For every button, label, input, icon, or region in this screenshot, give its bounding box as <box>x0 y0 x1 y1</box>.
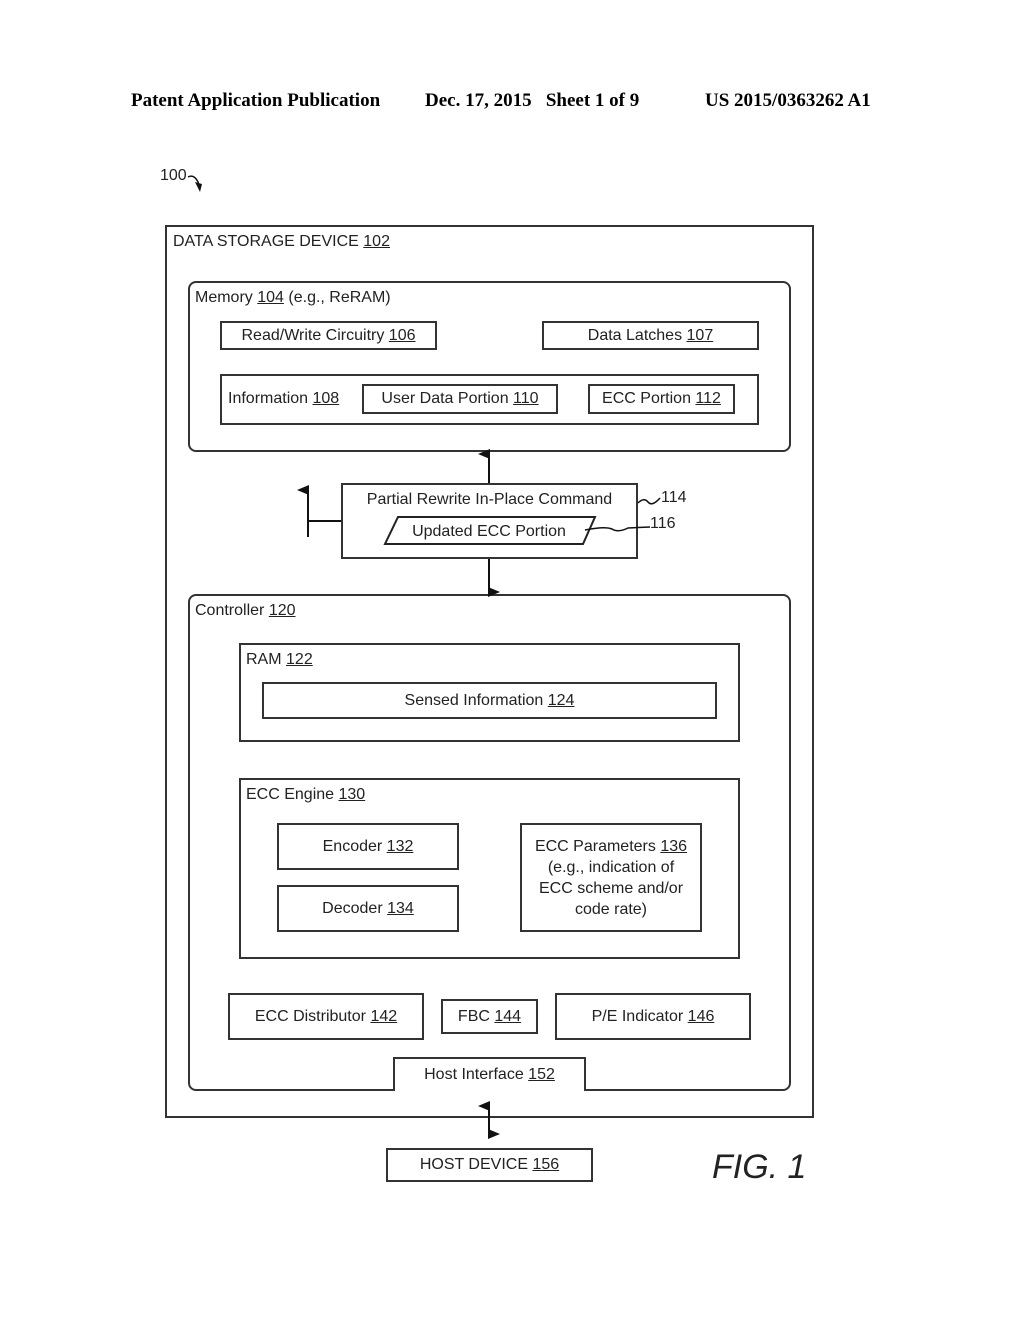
partial-rewrite-command-box: Partial Rewrite In-Place Command <box>341 483 638 559</box>
ecc-parameters-box: ECC Parameters 136 (e.g., indication of … <box>520 823 702 932</box>
publication-number: US 2015/0363262 A1 <box>705 90 871 111</box>
ecc-engine-label: ECC Engine 130 <box>246 786 365 804</box>
memory-label: Memory 104 (e.g., ReRAM) <box>195 289 391 307</box>
block-ref: 152 <box>528 1066 555 1083</box>
data-storage-device-label: DATA STORAGE DEVICE 102 <box>173 233 390 251</box>
block-name: Sensed Information <box>404 691 544 709</box>
information-label: Information 108 <box>228 390 339 408</box>
block-name: ECC Parameters <box>534 837 656 855</box>
ecc-parameters-line: (e.g., indication of <box>547 858 675 876</box>
data-latches-box: Data Latches 107 <box>542 321 759 350</box>
block-ref: 130 <box>338 786 366 803</box>
block-ref: 146 <box>687 1007 715 1025</box>
block-name: Controller <box>195 602 265 619</box>
block-name: ECC Engine <box>246 786 335 803</box>
block-ref: 124 <box>547 691 575 709</box>
block-name: Memory <box>195 289 253 306</box>
block-ref: 144 <box>494 1007 522 1025</box>
block-ref: 110 <box>513 390 539 407</box>
publication-date-sheet: Dec. 17, 2015 Sheet 1 of 9 <box>425 90 640 111</box>
block-name: HOST DEVICE <box>419 1156 528 1173</box>
memory-box: Memory 104 (e.g., ReRAM) <box>188 281 791 452</box>
user-data-portion-box: User Data Portion 110 <box>362 384 558 414</box>
host-device-box: HOST DEVICE 156 <box>386 1148 593 1182</box>
publication-title: Patent Application Publication <box>131 90 381 111</box>
block-name: FBC <box>457 1007 490 1025</box>
rw-circuitry-box: Read/Write Circuitry 106 <box>220 321 437 350</box>
block-suffix: (e.g., ReRAM) <box>288 289 391 306</box>
ecc-parameters-line: code rate) <box>574 900 648 918</box>
system-ref-arrow <box>187 175 201 189</box>
ecc-portion-box: ECC Portion 112 <box>588 384 735 414</box>
block-name: Decoder <box>322 899 383 917</box>
block-name: ECC Distributor <box>254 1007 366 1025</box>
block-name: Information <box>228 390 309 407</box>
ecc-parameters-line: ECC scheme and/or <box>538 879 684 897</box>
block-name: ECC Portion <box>602 390 691 407</box>
host-interface-box: Host Interface 152 <box>393 1057 586 1091</box>
block-name: DATA STORAGE DEVICE <box>173 233 359 250</box>
block-ref: 132 <box>386 837 414 855</box>
block-ref: 134 <box>387 899 414 917</box>
block-ref: 142 <box>370 1007 398 1025</box>
figure-label: FIG. 1 <box>712 1148 807 1186</box>
block-name: Encoder <box>322 837 383 855</box>
controller-label: Controller 120 <box>195 602 296 620</box>
ram-label: RAM 122 <box>246 651 313 669</box>
partial-rewrite-command-label: Partial Rewrite In-Place Command <box>366 491 613 508</box>
block-name: Host Interface <box>424 1066 524 1083</box>
block-ref: 107 <box>686 326 714 344</box>
pe-indicator-box: P/E Indicator 146 <box>555 993 751 1040</box>
block-ref: 102 <box>363 233 390 250</box>
ref-label-114: 114 <box>661 489 687 506</box>
system-ref-arrowhead <box>195 182 202 192</box>
block-name: Data Latches <box>587 326 683 344</box>
block-name: RAM <box>246 651 282 668</box>
block-ref: 108 <box>312 390 340 407</box>
encoder-box: Encoder 132 <box>277 823 459 870</box>
decoder-box: Decoder 134 <box>277 885 459 932</box>
block-ref: 106 <box>388 326 416 344</box>
block-ref: 112 <box>695 390 721 407</box>
block-name: Read/Write Circuitry <box>241 326 385 344</box>
block-name: P/E Indicator <box>591 1007 684 1025</box>
block-ref: 120 <box>268 602 296 619</box>
ref-label-116: 116 <box>650 515 676 532</box>
fbc-box: FBC 144 <box>441 999 538 1034</box>
ecc-parameters-title: ECC Parameters 136 <box>535 836 687 857</box>
block-name: User Data Portion <box>381 390 509 407</box>
block-ref: 136 <box>660 837 688 855</box>
ecc-distributor-box: ECC Distributor 142 <box>228 993 424 1040</box>
block-ref: 122 <box>286 651 313 668</box>
sensed-information-box: Sensed Information 124 <box>262 682 717 719</box>
system-ref-label: 100 <box>160 167 187 184</box>
block-ref: 104 <box>257 289 284 306</box>
block-ref: 156 <box>532 1156 560 1173</box>
